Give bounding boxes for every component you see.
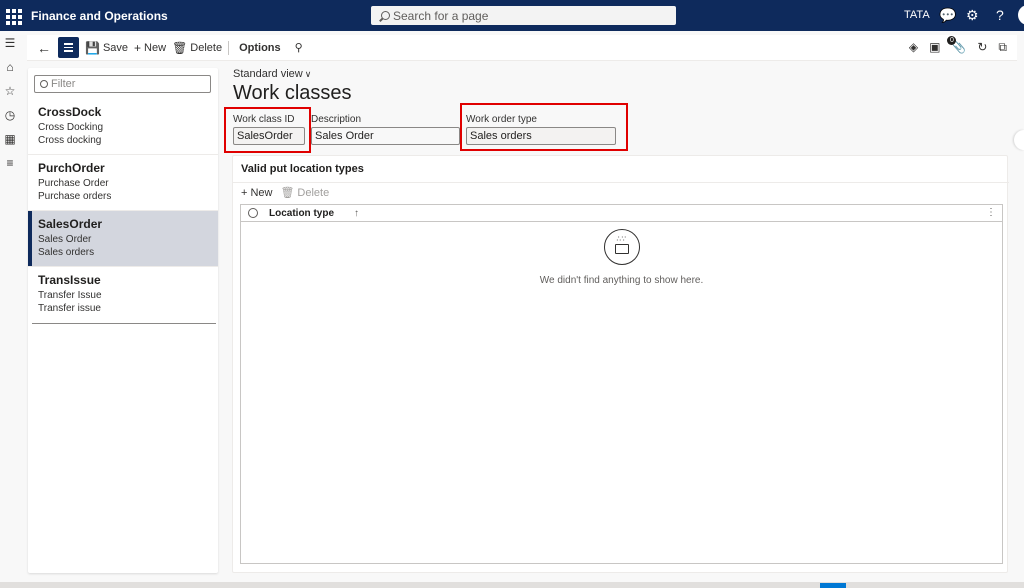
- chevron-down-icon: ∨: [304, 69, 312, 79]
- attachments-count: 0: [947, 36, 957, 45]
- page-search-input[interactable]: Search for a page: [371, 6, 676, 25]
- trash-icon: 🗑: [280, 187, 295, 199]
- attachments-icon[interactable]: 0 📎: [947, 36, 966, 55]
- divider: [233, 182, 1009, 183]
- filter-placeholder: Filter: [51, 78, 76, 90]
- plus-icon: +: [241, 186, 248, 199]
- list-item[interactable]: CrossDock Cross Docking Cross docking: [28, 99, 218, 155]
- sort-ascending-icon[interactable]: ↑: [354, 208, 359, 219]
- list-item-subtitle: Purchase Order: [38, 178, 109, 189]
- side-panel-toggle[interactable]: [1014, 130, 1024, 150]
- grid-toolbar: + New 🗑 Delete: [241, 186, 337, 200]
- view-selector[interactable]: Standard view ∨: [233, 68, 311, 80]
- list-end-divider: [32, 323, 216, 324]
- workspace-icon[interactable]: ▦: [3, 132, 17, 146]
- grid-delete-button[interactable]: 🗑 Delete: [280, 186, 329, 200]
- list-toggle-button[interactable]: [58, 37, 79, 58]
- location-types-grid: Location type ↑ ⋮ ∴∵ We didn't find anyt…: [240, 204, 1003, 564]
- right-toolbar: ◈ ▣ 0 📎 ↻ ⧉: [909, 36, 1007, 55]
- filter-input[interactable]: Filter: [34, 75, 211, 93]
- column-header-location-type[interactable]: Location type: [269, 208, 334, 219]
- list-item-title: TransIssue: [38, 273, 101, 287]
- modules-icon[interactable]: ≡: [3, 156, 17, 170]
- save-icon: 💾: [85, 40, 100, 55]
- more-options-icon[interactable]: ⋮: [986, 207, 996, 218]
- refresh-icon[interactable]: ↻: [977, 40, 987, 55]
- list-item[interactable]: TransIssue Transfer Issue Transfer issue: [28, 267, 218, 323]
- chat-icon[interactable]: 💬: [939, 7, 956, 23]
- star-icon[interactable]: ☆: [3, 84, 17, 98]
- empty-state: ∴∵ We didn't find anything to show here.: [241, 229, 1002, 286]
- search-icon: [381, 11, 390, 20]
- top-nav-bar: Finance and Operations Search for a page…: [0, 0, 1024, 31]
- grid-header: Location type ↑ ⋮: [241, 205, 1002, 222]
- open-new-window-icon[interactable]: ⧉: [998, 40, 1007, 55]
- clock-icon[interactable]: ◷: [3, 108, 17, 122]
- empty-message: We didn't find anything to show here.: [539, 275, 704, 286]
- back-button[interactable]: ←: [33, 37, 55, 59]
- diamond-icon[interactable]: ◈: [909, 40, 918, 55]
- taskbar-item[interactable]: [820, 583, 846, 588]
- highlight-box: [224, 107, 311, 153]
- grid-new-button[interactable]: + New: [241, 187, 272, 199]
- trash-icon: 🗑: [172, 40, 188, 55]
- plus-icon: +: [134, 40, 142, 55]
- list-item-selected[interactable]: SalesOrder Sales Order Sales orders: [28, 211, 218, 267]
- help-icon[interactable]: ?: [996, 7, 1004, 23]
- valid-put-location-types-section: Valid put location types + New 🗑 Delete Lo…: [232, 155, 1009, 573]
- list-item-title: PurchOrder: [38, 161, 105, 175]
- hamburger-icon[interactable]: ☰: [3, 36, 17, 50]
- list-item[interactable]: PurchOrder Purchase Order Purchase order…: [28, 155, 218, 211]
- description-field: Description Sales Order: [311, 114, 460, 145]
- view-selector-label: Standard view: [233, 68, 303, 80]
- nav-rail: ☰ ⌂ ☆ ◷ ▦ ≡: [0, 31, 20, 588]
- delete-button[interactable]: 🗑 Delete: [172, 41, 222, 55]
- gear-icon[interactable]: ⚙: [966, 7, 979, 23]
- list-item-subtitle: Cross Docking: [38, 122, 104, 133]
- home-icon[interactable]: ⌂: [3, 60, 17, 74]
- list-item-subtitle: Cross docking: [38, 135, 102, 146]
- divider: [228, 40, 230, 55]
- empty-folder-icon: ∴∵: [603, 229, 640, 265]
- select-all-radio[interactable]: [248, 208, 258, 218]
- new-button[interactable]: + New: [134, 41, 166, 55]
- waffle-icon[interactable]: [4, 7, 22, 25]
- record-list: CrossDock Cross Docking Cross docking Pu…: [28, 99, 218, 324]
- search-placeholder: Search for a page: [393, 8, 489, 23]
- company-picker[interactable]: TATA: [904, 9, 930, 21]
- list-item-subtitle: Sales orders: [38, 247, 95, 258]
- list-item-subtitle: Transfer issue: [38, 303, 101, 314]
- avatar[interactable]: [1018, 5, 1024, 25]
- section-title[interactable]: Valid put location types: [241, 163, 364, 175]
- record-list-panel: Filter CrossDock Cross Docking Cross doc…: [28, 68, 218, 573]
- list-item-subtitle: Purchase orders: [38, 191, 112, 202]
- list-item-title: CrossDock: [38, 105, 102, 119]
- list-item-title: SalesOrder: [38, 217, 103, 231]
- list-item-subtitle: Sales Order: [38, 234, 92, 245]
- taskbar-strip: [0, 582, 1024, 588]
- list-item-subtitle: Transfer Issue: [38, 290, 102, 301]
- options-tab[interactable]: Options: [239, 42, 281, 54]
- app-title[interactable]: Finance and Operations: [31, 9, 168, 23]
- field-label: Description: [311, 114, 362, 125]
- office-icon[interactable]: ▣: [929, 40, 940, 55]
- save-button[interactable]: 💾 Save: [85, 41, 128, 55]
- page-title: Work classes: [233, 82, 352, 104]
- action-pane: ← 💾 Save + New 🗑 Delete Options ⚲ ◈ ▣ 0 📎 ↻ …: [27, 35, 1017, 61]
- action-search-icon[interactable]: ⚲: [295, 41, 303, 54]
- highlight-box: [460, 103, 628, 151]
- filter-search-icon: [40, 80, 48, 88]
- description-input[interactable]: Sales Order: [311, 127, 460, 145]
